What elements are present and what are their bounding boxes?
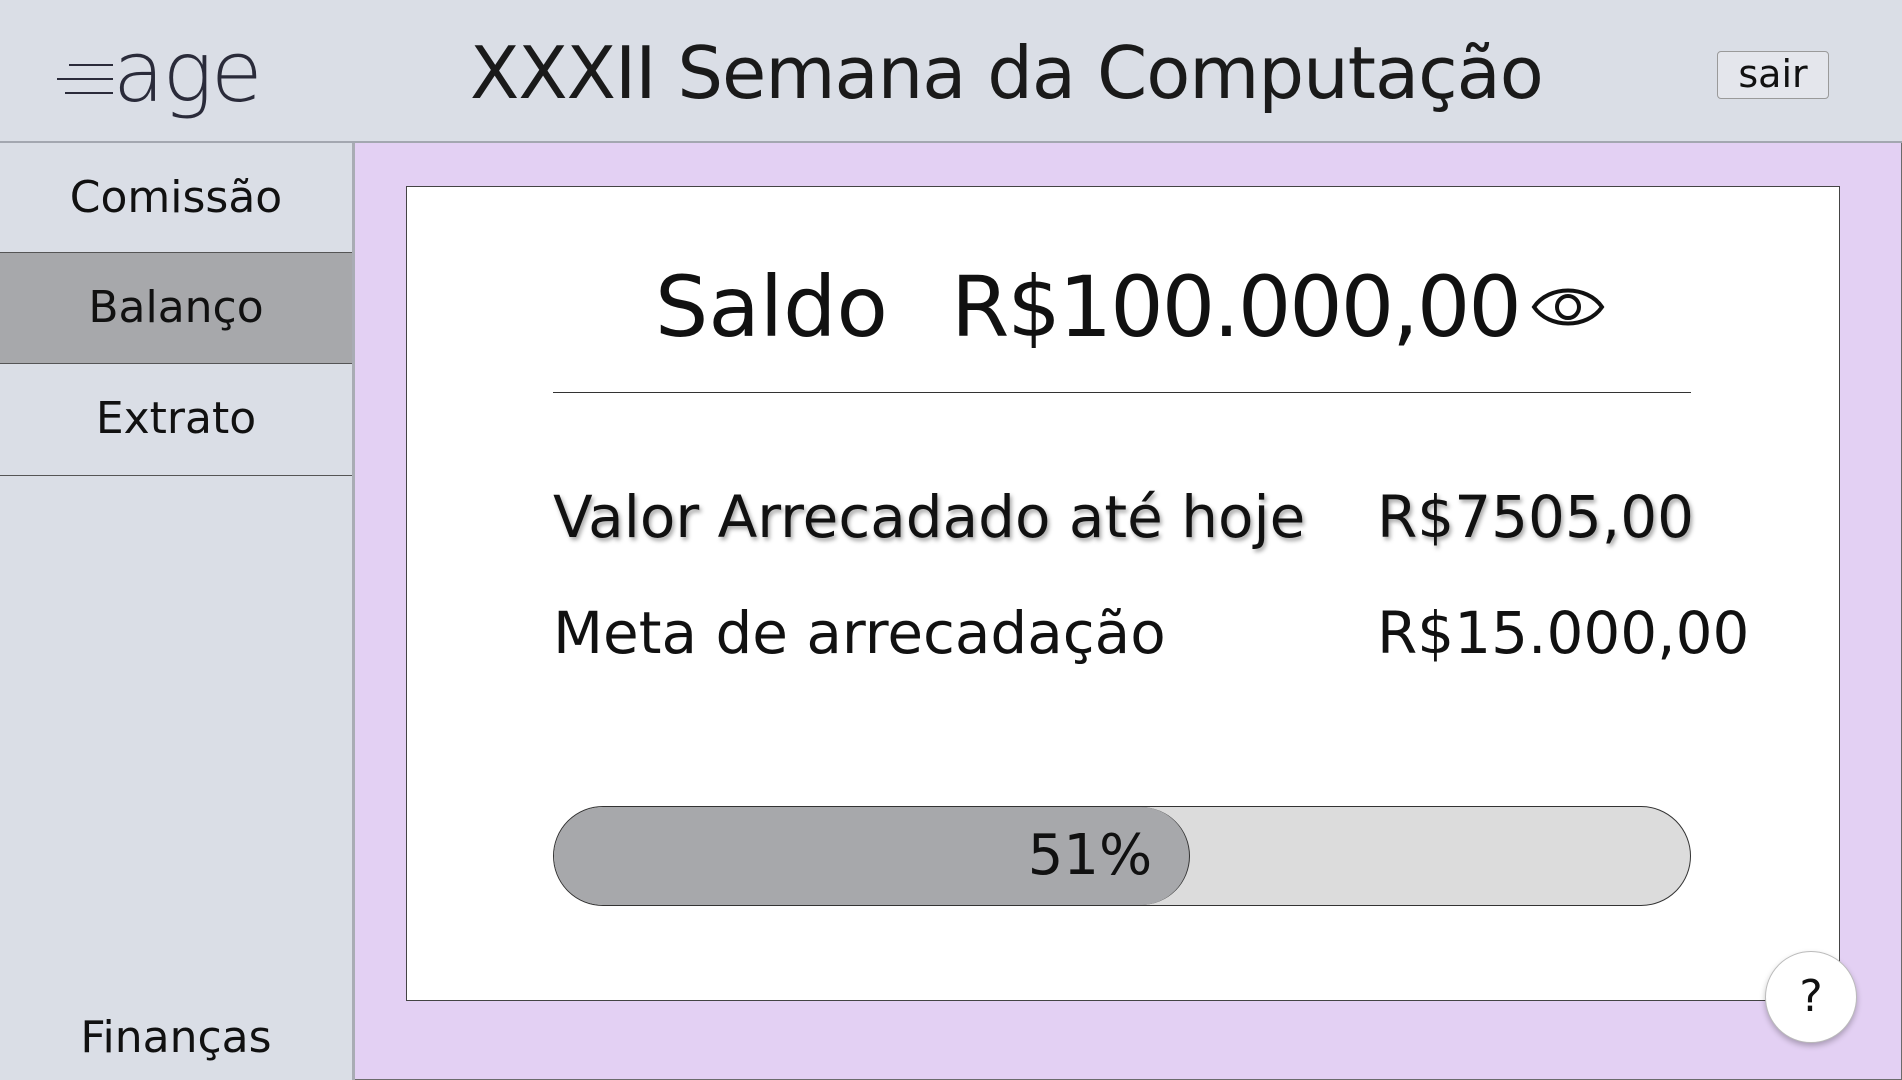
age-logo: age — [55, 23, 285, 128]
sidebar-item-balanco[interactable]: Balanço — [0, 252, 352, 364]
eye-icon[interactable] — [1531, 281, 1605, 333]
balance-row: Saldo R$100.000,00 — [407, 247, 1839, 367]
fundraising-progress-bar: 51% — [553, 806, 1691, 906]
raised-value: R$7505,00 — [1377, 483, 1695, 551]
balance-value: R$100.000,00 — [951, 258, 1522, 356]
logo-text: age — [113, 23, 263, 121]
sidebar-item-extrato[interactable]: Extrato — [0, 364, 352, 476]
balance-divider — [553, 392, 1691, 393]
help-button[interactable]: ? — [1765, 951, 1857, 1043]
top-header: age XXXII Semana da Computação sair — [0, 0, 1902, 143]
balance-label: Saldo — [655, 258, 888, 356]
balance-panel: Saldo R$100.000,00 Valor Arrecadado até … — [406, 186, 1840, 1001]
goal-label: Meta de arrecadação — [553, 599, 1166, 667]
page-title: XXXII Semana da Computação — [470, 31, 1544, 115]
sidebar: Comissão Balanço Extrato Finanças — [0, 143, 355, 1080]
goal-value: R$15.000,00 — [1377, 599, 1750, 667]
sidebar-item-comissao[interactable]: Comissão — [0, 143, 352, 255]
sidebar-footer-label: Finanças — [80, 1012, 272, 1063]
raised-label: Valor Arrecadado até hoje — [553, 483, 1306, 551]
progress-percent-label: 51% — [1027, 823, 1153, 888]
logout-button[interactable]: sair — [1717, 51, 1829, 99]
